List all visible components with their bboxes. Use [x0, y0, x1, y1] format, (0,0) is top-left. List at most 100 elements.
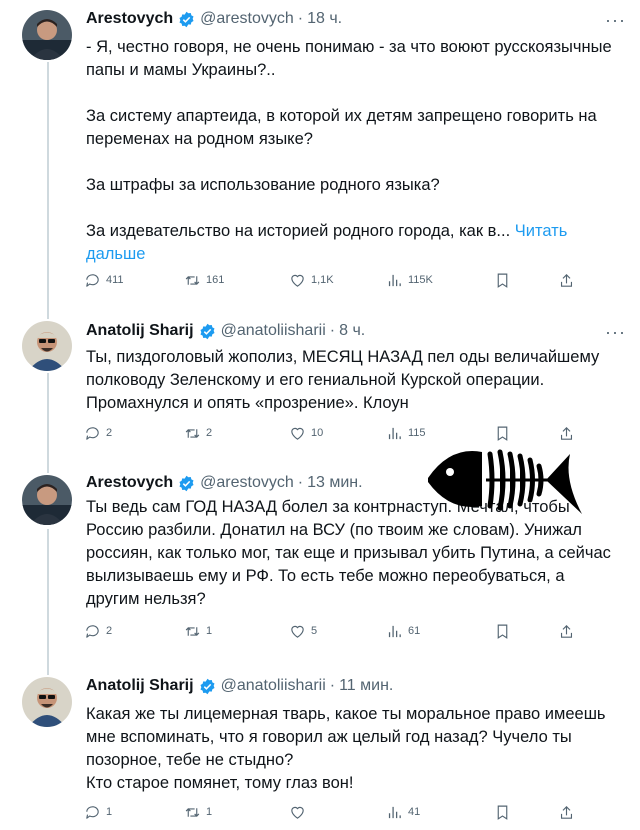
- views-button[interactable]: 61: [386, 620, 420, 642]
- bookmark-button[interactable]: [494, 269, 516, 291]
- thread-line: [47, 62, 49, 307]
- tweet-header: Arestovych @arestovych · 18 ч.: [86, 8, 342, 30]
- views-button[interactable]: 115K: [386, 269, 433, 291]
- reply-button[interactable]: 2: [84, 620, 112, 642]
- separator-dot: ·: [329, 322, 336, 339]
- verified-badge-icon: [179, 11, 194, 27]
- like-button[interactable]: 10: [289, 422, 323, 444]
- author-name[interactable]: Anatolij Sharij: [86, 322, 194, 340]
- tweet-text: - Я, честно говоря, не очень понимаю - з…: [86, 36, 616, 266]
- avatar[interactable]: [22, 677, 72, 727]
- tweet-actions: 2 1 5 61: [76, 620, 606, 642]
- retweet-button[interactable]: 1: [184, 620, 212, 642]
- views-chart-icon: [388, 806, 401, 818]
- author-name[interactable]: Arestovych: [86, 474, 173, 492]
- tweet-body: - Я, честно говоря, не очень понимаю - з…: [86, 38, 612, 240]
- like-button[interactable]: 1,1K: [289, 269, 334, 291]
- reply-button[interactable]: 1: [84, 801, 112, 823]
- views-count: 41: [408, 806, 421, 818]
- more-dots-icon[interactable]: ···: [605, 322, 626, 343]
- retweet-count: 2: [206, 427, 213, 439]
- reply-icon: [86, 624, 99, 638]
- separator-dot: ·: [329, 677, 336, 694]
- retweet-count: 161: [206, 274, 225, 286]
- thread-line: [47, 665, 49, 675]
- like-count: 1,1K: [311, 274, 334, 286]
- author-name[interactable]: Arestovych: [86, 10, 173, 28]
- like-button[interactable]: 5: [289, 620, 317, 642]
- views-count: 115K: [408, 274, 433, 286]
- separator-dot: ·: [297, 474, 304, 491]
- reply-button[interactable]: 2: [84, 422, 112, 444]
- like-count: 5: [311, 625, 318, 637]
- views-count: 61: [408, 625, 421, 637]
- tweet-actions: 1 1 41: [76, 801, 606, 823]
- retweet-count: 1: [206, 625, 213, 637]
- tweet-text: Какая же ты лицемерная тварь, какое ты м…: [86, 705, 606, 792]
- heart-icon: [291, 806, 304, 819]
- reply-count: 2: [106, 625, 113, 637]
- timestamp[interactable]: 13 мин.: [307, 474, 362, 492]
- thread-line: [47, 305, 49, 319]
- reply-count: 411: [106, 274, 124, 286]
- bookmark-icon: [497, 273, 508, 288]
- share-icon: [560, 426, 573, 440]
- reply-icon: [86, 273, 99, 287]
- reply-count: 2: [106, 427, 113, 439]
- share-icon: [560, 624, 573, 638]
- retweet-button[interactable]: 2: [184, 422, 212, 444]
- bookmark-button[interactable]: [494, 801, 516, 823]
- author-handle[interactable]: @anatoliisharii: [221, 677, 326, 695]
- views-button[interactable]: 41: [386, 801, 420, 823]
- share-button[interactable]: [558, 801, 580, 823]
- bookmark-icon: [497, 805, 508, 820]
- tweet-header: Anatolij Sharij @anatoliisharii · 8 ч.: [86, 320, 365, 342]
- retweet-button[interactable]: 1: [184, 801, 212, 823]
- timestamp[interactable]: 18 ч.: [307, 10, 342, 28]
- fish-skeleton-watermark: [428, 449, 582, 514]
- share-button[interactable]: [558, 269, 580, 291]
- reply-button[interactable]: 411: [84, 269, 124, 291]
- timestamp[interactable]: 11 мин.: [339, 677, 393, 695]
- retweet-icon: [185, 428, 200, 438]
- share-icon: [560, 805, 573, 819]
- bookmark-icon: [497, 426, 508, 441]
- views-chart-icon: [388, 427, 401, 439]
- thread-line: [47, 529, 49, 665]
- author-name[interactable]: Anatolij Sharij: [86, 677, 194, 695]
- thread-line: [47, 373, 49, 473]
- avatar[interactable]: [22, 321, 72, 371]
- views-chart-icon: [388, 625, 401, 637]
- thread-line: [47, 465, 49, 473]
- tweet-4[interactable]: Anatolij Sharij @anatoliisharii · 11 мин…: [0, 665, 640, 830]
- reply-icon: [86, 805, 99, 819]
- avatar[interactable]: [22, 10, 72, 60]
- tweet-header: Arestovych @arestovych · 13 мин.: [86, 472, 363, 494]
- views-count: 115: [408, 427, 426, 439]
- retweet-count: 1: [206, 806, 213, 818]
- heart-icon: [291, 274, 304, 287]
- verified-badge-icon: [179, 475, 194, 491]
- avatar[interactable]: [22, 475, 72, 525]
- heart-icon: [291, 625, 304, 638]
- views-chart-icon: [388, 274, 401, 286]
- tweet-text: Ты, пиздоголовый жополиз, МЕСЯЦ НАЗАД пе…: [86, 348, 600, 412]
- like-button[interactable]: [289, 801, 311, 823]
- tweet-1[interactable]: Arestovych @arestovych · 18 ч. ··· - Я, …: [0, 0, 640, 307]
- heart-icon: [291, 427, 304, 440]
- reply-count: 1: [106, 806, 113, 818]
- bookmark-icon: [497, 624, 508, 639]
- author-handle[interactable]: @arestovych: [200, 10, 294, 28]
- share-button[interactable]: [558, 620, 580, 642]
- share-icon: [560, 273, 573, 287]
- separator-dot: ·: [297, 10, 304, 27]
- reply-icon: [86, 426, 99, 440]
- retweet-icon: [185, 807, 200, 817]
- like-count: 10: [311, 427, 324, 439]
- retweet-button[interactable]: 161: [184, 269, 224, 291]
- author-handle[interactable]: @arestovych: [200, 474, 294, 492]
- more-dots-icon[interactable]: ···: [605, 10, 626, 31]
- author-handle[interactable]: @anatoliisharii: [221, 322, 326, 340]
- timestamp[interactable]: 8 ч.: [339, 322, 365, 340]
- bookmark-button[interactable]: [494, 620, 516, 642]
